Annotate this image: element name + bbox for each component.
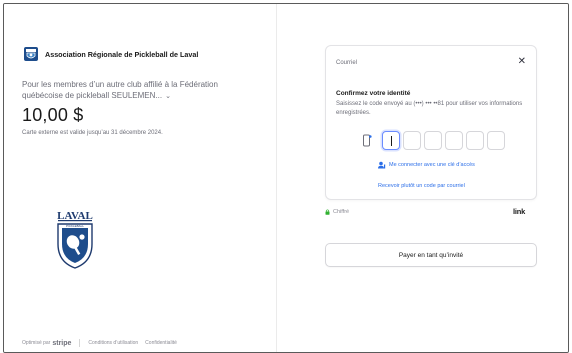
passkey-login-link[interactable]: Me connecter avec une clé d’accès xyxy=(378,161,475,169)
code-digit-6[interactable] xyxy=(487,131,505,150)
code-digit-1[interactable] xyxy=(382,131,400,150)
verify-title: Confirmez votre identité xyxy=(336,90,411,97)
encrypted-badge: Chiffré xyxy=(325,209,349,215)
terms-link[interactable]: Conditions d’utilisation xyxy=(88,340,138,346)
order-summary-panel: Association Régionale de Pickleball de L… xyxy=(4,4,276,352)
product-description-text: Pour les membres d’un autre club affilié… xyxy=(22,80,218,100)
email-code-link[interactable]: Recevoir plutôt un code par courriel xyxy=(378,183,465,189)
verify-description: Saisissez le code envoyé au (•••) ••• ••… xyxy=(336,101,523,116)
merchant-brand[interactable]: Association Régionale de Pickleball de L… xyxy=(24,47,198,61)
product-description[interactable]: Pour les membres d’un autre club affilié… xyxy=(22,80,257,102)
merchant-name: Association Régionale de Pickleball de L… xyxy=(45,49,199,59)
passkey-label: Me connecter avec une clé d’accès xyxy=(389,162,475,168)
privacy-link[interactable]: Confidentialité xyxy=(145,340,177,346)
powered-by-prefix: Optimisé par xyxy=(22,340,51,346)
code-digit-4[interactable] xyxy=(445,131,463,150)
passkey-icon xyxy=(378,161,386,169)
club-shield-icon xyxy=(24,47,38,61)
chevron-down-icon[interactable]: ⌄ xyxy=(165,92,171,103)
close-icon[interactable]: ✕ xyxy=(518,56,526,67)
club-logo-ring-text: PICKLEBALL xyxy=(66,224,84,228)
verification-code-input[interactable] xyxy=(362,131,508,150)
phone-icon xyxy=(363,134,372,146)
encrypted-label: Chiffré xyxy=(333,209,350,215)
checkout-window: Association Régionale de Pickleball de L… xyxy=(3,3,569,353)
product-note: Carte externe est valide jusqu’au 31 déc… xyxy=(22,130,163,136)
link-logo[interactable]: link xyxy=(513,207,525,216)
pay-as-guest-button[interactable]: Payer en tant qu’invité xyxy=(325,243,537,267)
stripe-logo[interactable]: stripe xyxy=(52,340,71,347)
footer: Optimisé par stripe Conditions d’utilisa… xyxy=(22,339,184,347)
product-price: 10,00 $ xyxy=(22,105,84,125)
code-digit-5[interactable] xyxy=(466,131,484,150)
code-digit-2[interactable] xyxy=(403,131,421,150)
payment-panel: Courriel ✕ Confirmez votre identité Sais… xyxy=(277,4,568,352)
club-logo: LAVAL PICKLEBALL xyxy=(57,210,93,269)
lock-icon xyxy=(325,209,330,215)
email-header: Courriel xyxy=(336,60,358,66)
identity-verification-card: Courriel ✕ Confirmez votre identité Sais… xyxy=(325,45,537,200)
footer-divider xyxy=(79,339,81,347)
code-digit-3[interactable] xyxy=(424,131,442,150)
